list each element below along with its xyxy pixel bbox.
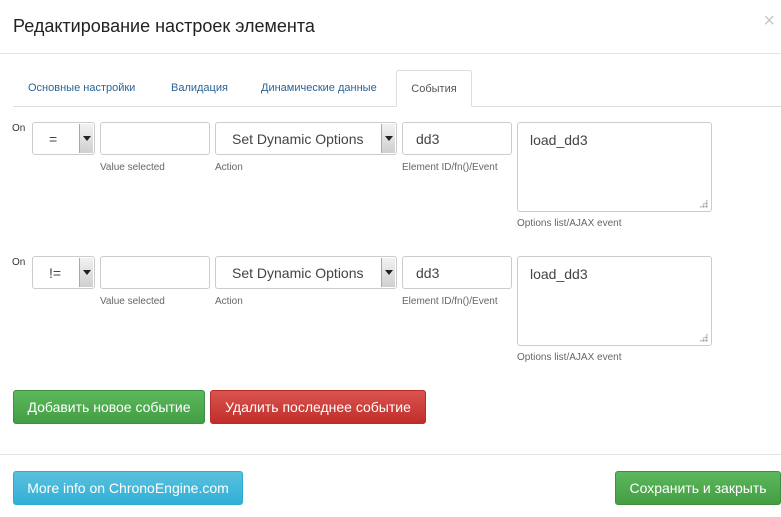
action-select[interactable]: Set Dynamic Options [215,122,397,155]
tab-dynamic-data[interactable]: Динамические данные [261,70,377,107]
element-id-hint: Element ID/fn()/Event [402,296,498,307]
tab-validation[interactable]: Валидация [171,70,228,107]
options-hint: Options list/AJAX event [517,352,622,363]
value-hint: Value selected [100,162,165,173]
close-icon[interactable]: × [763,11,775,31]
element-id-hint: Element ID/fn()/Event [402,162,498,173]
remove-last-event-button[interactable]: Удалить последнее событие [210,390,426,424]
chevron-down-icon [79,258,93,287]
operator-select[interactable]: != [32,256,95,289]
chevron-down-icon [381,258,395,287]
element-id-input[interactable]: dd3 [402,256,512,289]
add-event-button[interactable]: Добавить новое событие [13,390,205,424]
options-textarea[interactable]: load_dd3 [517,256,712,346]
tab-events[interactable]: События [396,70,472,107]
chevron-down-icon [381,124,395,153]
element-id-input[interactable]: dd3 [402,122,512,155]
on-label: On [12,257,26,268]
operator-select[interactable]: = [32,122,95,155]
resize-grip-icon[interactable] [699,333,708,342]
modal-title: Редактирование настроек элемента [13,16,315,36]
value-hint: Value selected [100,296,165,307]
action-hint: Action [215,162,243,173]
chevron-down-icon [79,124,93,153]
options-hint: Options list/AJAX event [517,218,622,229]
on-label: On [12,123,26,134]
modal-header: Редактирование настроек элемента × [0,0,781,54]
action-select[interactable]: Set Dynamic Options [215,256,397,289]
more-info-button[interactable]: More info on ChronoEngine.com [13,471,243,505]
resize-grip-icon[interactable] [699,199,708,208]
options-textarea[interactable]: load_dd3 [517,122,712,212]
modal-footer: More info on ChronoEngine.com Сохранить … [0,454,781,517]
value-input[interactable] [100,122,210,155]
action-hint: Action [215,296,243,307]
tab-basic-settings[interactable]: Основные настройки [28,70,135,107]
value-input[interactable] [100,256,210,289]
save-and-close-button[interactable]: Сохранить и закрыть [615,471,781,505]
tab-bar: Основные настройки Валидация Динамически… [13,70,781,107]
